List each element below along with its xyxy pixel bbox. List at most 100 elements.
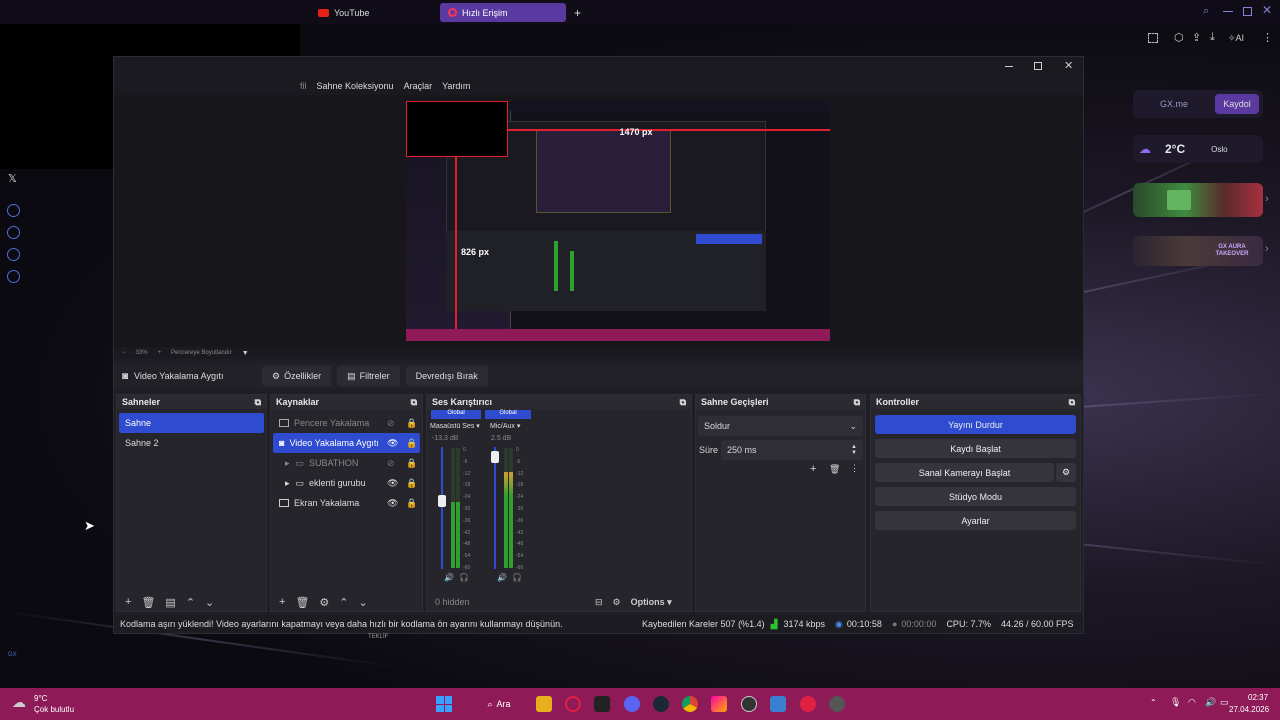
app-icon[interactable] [829,696,845,712]
fit-to-window-button[interactable]: Pencereye Boyutlandır [171,350,232,356]
zoom-out-button[interactable]: − [122,350,126,356]
file-explorer-icon[interactable] [536,696,552,712]
dock-float-icon[interactable]: ⧉ [680,397,686,408]
transition-select[interactable]: Soldur ⌄ [698,416,863,436]
menu-icon[interactable]: ⋮ [1262,31,1273,44]
dock-float-icon[interactable]: ⧉ [1069,397,1075,408]
settings-button[interactable]: Ayarlar [875,511,1076,530]
weather-icon[interactable]: ☁ [12,694,26,711]
player-icon[interactable] [7,204,20,217]
close-icon[interactable]: ✕ [1262,3,1272,17]
source-item[interactable]: ▸ ▭ SUBATHON ⊘ 🔒 [273,453,420,473]
maximize-icon[interactable] [1034,62,1042,70]
dock-float-icon[interactable]: ⧉ [411,397,417,408]
minimize-icon[interactable] [1223,11,1233,12]
add-icon[interactable]: + [125,596,131,608]
opera-icon[interactable] [565,696,581,712]
source-item[interactable]: Pencere Yakalama ⊘ 🔒 [273,413,420,433]
battery-icon[interactable]: ▭ [1220,697,1229,708]
duration-input[interactable]: 250 ms ▲ ▼ [721,440,863,460]
trash-icon[interactable]: 🗑 [141,596,155,609]
extensions-sidebar-icon[interactable] [7,248,20,261]
new-tab-button[interactable]: + [566,3,589,22]
minimize-icon[interactable] [1005,66,1013,67]
menu-tools[interactable]: Araçlar [404,81,433,91]
headphones-icon[interactable]: 🎧 [512,573,522,582]
channel-name-mic[interactable]: Mic/Aux ▾ [490,422,520,430]
search-icon[interactable]: ⌕ [1203,5,1209,18]
speaker-icon[interactable]: 🔊 [497,573,507,582]
snapshot-icon[interactable] [1148,33,1158,43]
chevron-right-icon[interactable]: › [1265,193,1269,205]
filters-button[interactable]: ▤ Filtreler [337,366,400,386]
lock-icon[interactable]: 🔒 [406,478,417,489]
down-icon[interactable]: ⌄ [205,596,214,609]
expand-icon[interactable]: ▸ [285,458,290,469]
dock-float-icon[interactable]: ⧉ [255,397,261,408]
dock-float-icon[interactable]: ⧉ [854,397,860,408]
kaydol-button[interactable]: Kaydol [1215,94,1259,114]
source-item[interactable]: ◙ Video Yakalama Aygıtı 👁 🔒 [273,433,420,453]
volume-slider-track[interactable] [494,447,496,569]
eye-icon[interactable]: 👁 [387,478,398,489]
chrome-icon[interactable] [682,696,698,712]
lock-icon[interactable]: 🔒 [406,418,417,429]
discord-icon[interactable] [624,696,640,712]
news-card[interactable] [1133,183,1263,217]
ai-button[interactable]: ✧AI [1228,33,1244,44]
menu-scene-collection[interactable]: Sahne Koleksiyonu [317,81,394,91]
start-virtualcam-button[interactable]: Sanal Kamerayı Başlat [875,463,1054,482]
trash-icon[interactable]: 🗑 [829,464,840,475]
volume-slider-thumb[interactable] [438,495,446,507]
up-icon[interactable]: ⌃ [186,596,195,609]
preview-canvas[interactable]: 1470 px 826 px [406,101,830,341]
layout-icon[interactable]: ⊟ [595,597,603,608]
down-icon[interactable]: ⌄ [359,596,368,609]
gx-me-link[interactable]: GX.me [1133,99,1215,109]
scene-item[interactable]: Sahne [119,413,264,433]
network-icon[interactable]: ◠ [1188,697,1196,708]
menu-help[interactable]: Yardım [442,81,470,91]
steam-icon[interactable] [653,696,669,712]
app-icon[interactable] [770,696,786,712]
download-icon[interactable]: ⤓ [1210,31,1215,44]
menu-file[interactable]: fil [300,81,307,91]
chevron-right-icon[interactable]: › [1265,243,1269,255]
mic-icon[interactable]: 🎙 [1170,697,1181,708]
settings-sidebar-icon[interactable] [7,270,20,283]
epic-games-icon[interactable] [594,696,610,712]
eye-icon[interactable]: 👁 [387,498,398,509]
chevron-down-icon[interactable]: ▼ [242,350,249,357]
volume-icon[interactable]: 🔊 [1205,697,1216,708]
share-icon[interactable]: ⇪ [1192,31,1201,44]
lock-icon[interactable]: 🔒 [406,458,417,469]
volume-slider-thumb[interactable] [491,451,499,463]
source-item[interactable]: Ekran Yakalama 👁 🔒 [273,493,420,513]
history-icon[interactable] [7,226,20,239]
extensions-icon[interactable]: ⬡ [1174,31,1184,44]
eye-icon[interactable]: 👁 [387,438,398,449]
maximize-icon[interactable] [1243,7,1252,16]
speaker-icon[interactable]: 🔊 [444,573,454,582]
zoom-in-button[interactable]: + [158,350,162,356]
close-icon[interactable]: ✕ [1064,59,1073,72]
properties-button[interactable]: ⚙ Özellikler [262,366,332,386]
gear-icon[interactable]: ⚙ [319,596,329,609]
gear-icon[interactable]: ⚙ [613,597,621,608]
more-icon[interactable]: ⋮ [850,463,859,474]
source-item[interactable]: ▸ ▭ eklenti gurubu 👁 🔒 [273,473,420,493]
windows-start-icon[interactable] [436,696,452,712]
hidden-eye-icon[interactable]: ⊘ [387,458,395,469]
trash-icon[interactable]: 🗑 [295,596,309,609]
tab-hizli-erisim[interactable]: Hızlı Erişim [440,3,566,22]
expand-icon[interactable]: ▸ [285,478,290,489]
lock-icon[interactable]: 🔒 [406,498,417,509]
deactivate-button[interactable]: Devredışı Bırak [405,366,488,386]
filter-icon[interactable]: ▤ [165,596,175,609]
opera-gx-icon[interactable] [800,696,816,712]
start-recording-button[interactable]: Kaydı Başlat [875,439,1076,458]
clock-time[interactable]: 02:37 [1248,693,1268,702]
gx-aura-card[interactable]: GX AURA TAKEOVER [1133,236,1263,266]
lock-icon[interactable]: 🔒 [406,438,417,449]
up-icon[interactable]: ⌃ [339,596,348,609]
